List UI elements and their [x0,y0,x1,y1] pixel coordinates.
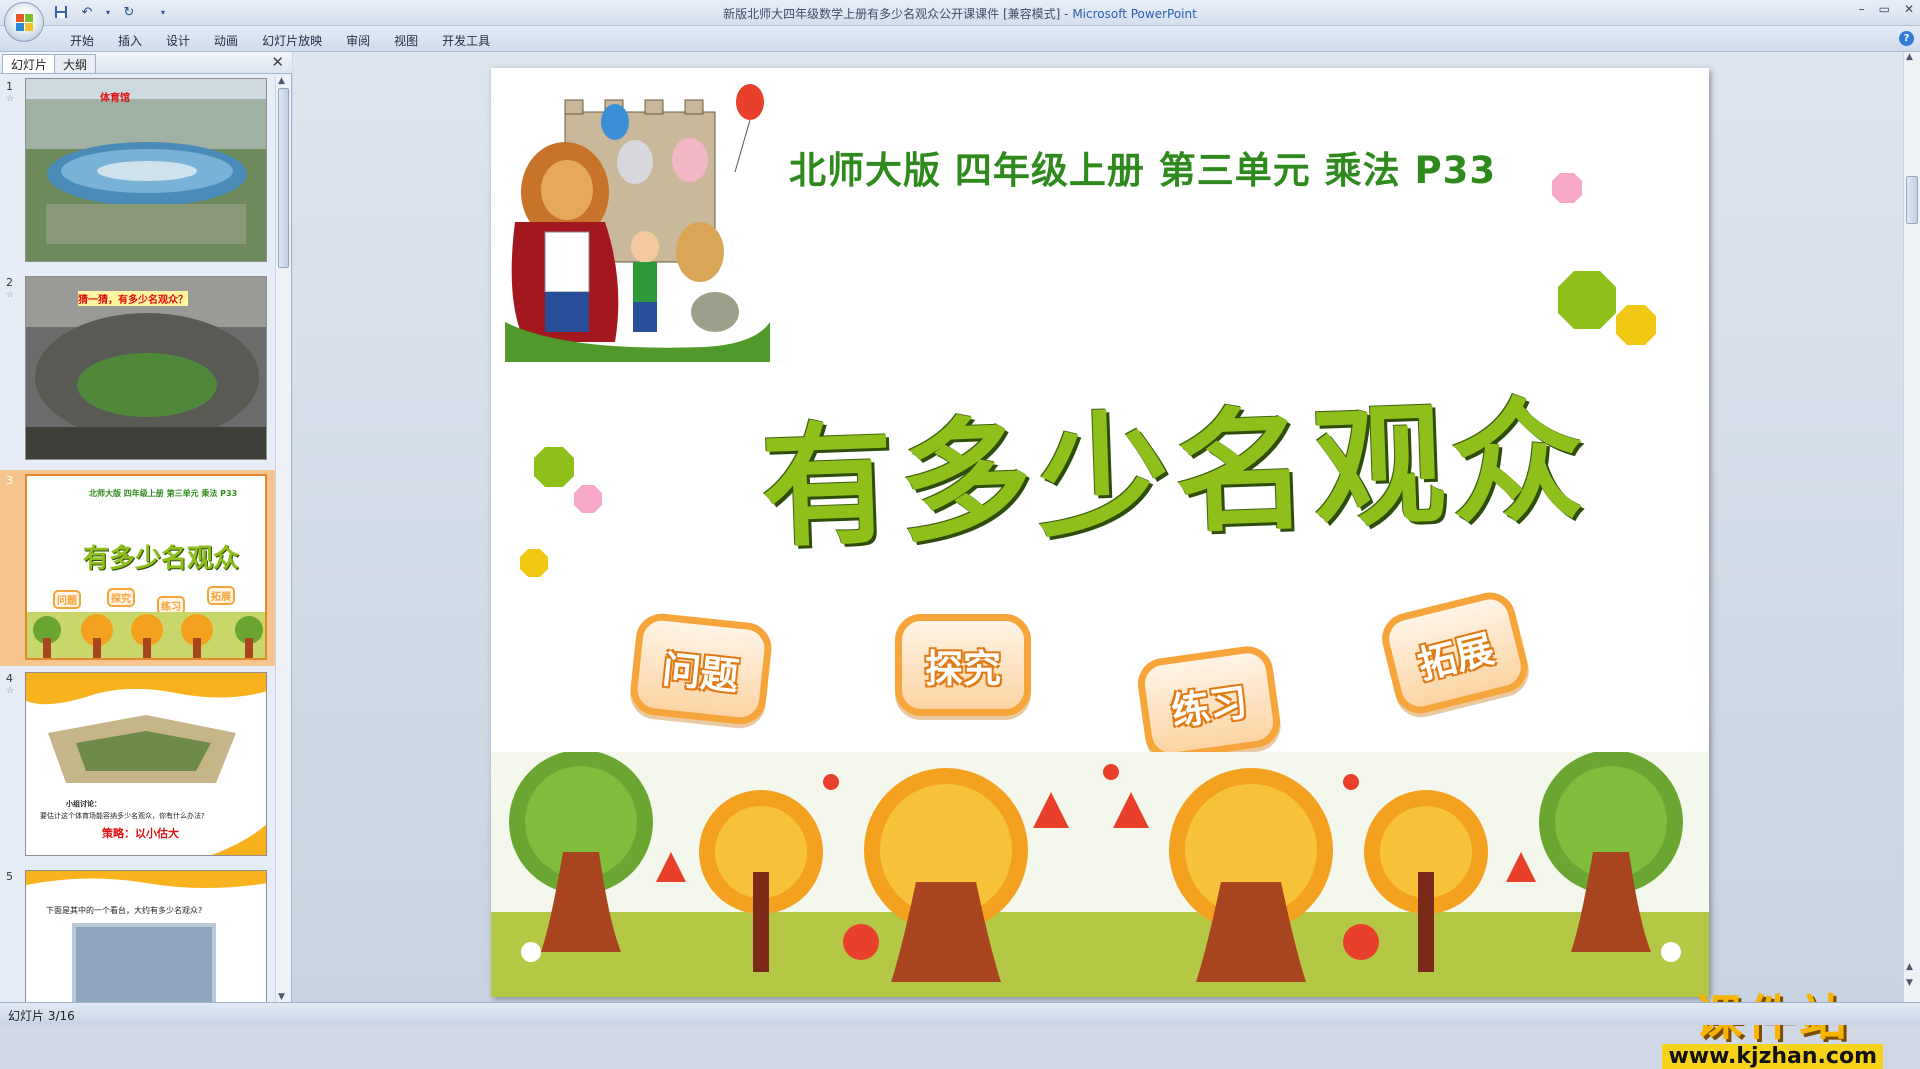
help-icon[interactable]: ? [1899,31,1914,46]
ribbon: 开始 插入 设计 动画 幻灯片放映 审阅 视图 开发工具 ? [0,26,1920,52]
current-slide[interactable]: 北师大版 四年级上册 第三单元 乘法 P33 有多少名观众 问题 探究 练习 拓… [491,68,1709,997]
tab-review[interactable]: 审阅 [334,30,382,51]
thumbnail-list: 1 ☆ 体育馆 2 ☆ 猜一猜，有多少名观众？ 3 北师大版 四年级上册 第三单… [0,76,276,1002]
scrollbar-thumb[interactable] [1906,176,1918,224]
app-name: Microsoft PowerPoint [1072,7,1197,21]
green-dot-icon [1558,271,1616,329]
slide-editing-area: 北师大版 四年级上册 第三单元 乘法 P33 有多少名观众 问题 探究 练习 拓… [293,52,1903,1069]
trees-decoration [27,612,265,658]
thumbnail-caption: 下面是其中的一个看台，大约有多少名观众? [46,906,203,915]
thumbnail-caption: 猜一猜，有多少名观众？ [78,291,188,306]
previous-slide-icon[interactable]: ▲ [1906,962,1913,972]
slide-number: 1 [6,80,13,93]
thumbnail-button: 问题 [53,590,81,609]
tab-home[interactable]: 开始 [58,30,106,51]
thumbnail-row[interactable]: 1 ☆ 体育馆 [0,76,276,272]
slide-header: 北师大版 四年级上册 第三单元 乘法 P33 [789,149,1497,192]
tab-design[interactable]: 设计 [154,30,202,51]
window-controls: – ▭ ✕ [1859,2,1914,16]
thumbnail-caption: 体育馆 [100,93,130,104]
question-button[interactable]: 问题 [628,611,774,727]
thumbnail-row-selected[interactable]: 3 北师大版 四年级上册 第三单元 乘法 P33 有多少名观众 问题 探究 练习… [0,470,276,666]
document-title: 新版北师大四年级数学上册有多少名观众公开课课件 [兼容模式] - [723,7,1073,21]
thumbnail-sub: 小组讨论： [66,800,101,808]
thumbnail-row[interactable]: 4 ☆ 小组讨论： 要估计这个体育场能容纳多少名观众，你有什么办法? 策略：以小… [0,668,276,864]
thumbnail-scrollbar[interactable]: ▲ ▼ [275,76,291,1002]
cartoon-characters-illustration [505,84,770,362]
tab-view[interactable]: 视图 [382,30,430,51]
animation-star-icon: ☆ [6,94,15,104]
slide-scrollbar[interactable]: ▲ ▲ ▼ [1903,52,1920,1002]
restore-button[interactable]: ▭ [1879,2,1890,16]
thumbnail-caption: 要估计这个体育场能容纳多少名观众，你有什么办法? [40,812,205,820]
thumbnail-caption: 北师大版 四年级上册 第三单元 乘法 P33 [89,489,238,498]
tab-outline[interactable]: 大纲 [54,54,97,73]
practice-button[interactable]: 练习 [1134,643,1284,763]
slide-counter: 幻灯片 3/16 [8,1009,75,1023]
tab-insert[interactable]: 插入 [106,30,154,51]
title-bar: ↶ ▾ ↻ ▾ 新版北师大四年级数学上册有多少名观众公开课课件 [兼容模式] -… [0,0,1920,42]
scroll-down-icon[interactable]: ▼ [278,992,285,1002]
close-button[interactable]: ✕ [1904,2,1914,16]
animation-star-icon: ☆ [6,290,15,300]
slide-thumbnail[interactable]: 体育馆 [25,78,267,262]
slide-thumbnail[interactable]: 小组讨论： 要估计这个体育场能容纳多少名观众，你有什么办法? 策略：以小估大 [25,672,267,856]
tab-slideshow[interactable]: 幻灯片放映 [250,30,334,51]
minimize-button[interactable]: – [1859,2,1865,16]
slides-panel: 幻灯片 大纲 ✕ 1 ☆ 体育馆 2 ☆ 猜一猜，有多少名观众？ 3 北师大版 … [0,52,292,1002]
slide-title: 有多少名观众 [758,382,1592,567]
pink-dot-icon [574,485,602,513]
yellow-dot-icon [1616,305,1656,345]
close-panel-icon[interactable]: ✕ [271,53,284,71]
slide-number: 5 [6,870,13,883]
watermark-url: www.kjzhan.com [1662,1044,1883,1069]
slide-thumbnail[interactable]: 下面是其中的一个看台，大约有多少名观众? [25,870,267,1002]
yellow-dot-icon [520,549,548,577]
scroll-up-icon[interactable]: ▲ [278,76,285,86]
thumbnail-row[interactable]: 5 下面是其中的一个看台，大约有多少名观众? [0,866,276,1002]
stands-image [26,871,266,1002]
extend-button[interactable]: 拓展 [1376,587,1534,719]
animation-star-icon: ☆ [6,686,15,696]
status-bar: 幻灯片 3/16 [0,1002,1920,1025]
slide-thumbnail[interactable]: 北师大版 四年级上册 第三单元 乘法 P33 有多少名观众 问题 探究 练习 拓… [25,474,267,660]
thumbnail-row[interactable]: 2 ☆ 猜一猜，有多少名观众？ [0,272,276,468]
slide-number: 4 [6,672,13,685]
slide-number: 2 [6,276,13,289]
slide-number: 3 [6,474,13,487]
tab-developer[interactable]: 开发工具 [430,30,502,51]
panel-tabs: 幻灯片 大纲 ✕ [0,52,292,74]
stadium-image [26,79,266,261]
thumbnail-title: 有多少名观众 [83,544,240,574]
window-title: 新版北师大四年级数学上册有多少名观众公开课课件 [兼容模式] - Microso… [0,5,1920,22]
forest-decoration [491,752,1709,997]
thumbnail-strategy: 策略：以小估大 [102,827,179,840]
scroll-up-icon[interactable]: ▲ [1906,52,1913,62]
office-button[interactable] [4,2,44,42]
green-dot-icon [534,447,574,487]
explore-button[interactable]: 探究 [895,614,1031,716]
tab-animation[interactable]: 动画 [202,30,250,51]
thumbnail-button: 拓展 [207,586,235,605]
pink-dot-icon [1552,173,1582,203]
slide-thumbnail[interactable]: 猜一猜，有多少名观众？ [25,276,267,460]
tab-slides[interactable]: 幻灯片 [2,54,57,73]
next-slide-icon[interactable]: ▼ [1906,978,1913,988]
ribbon-tabs: 开始 插入 设计 动画 幻灯片放映 审阅 视图 开发工具 [58,30,502,51]
scrollbar-thumb[interactable] [278,88,289,268]
office-logo-icon [16,14,34,32]
thumbnail-button: 探究 [107,588,135,607]
